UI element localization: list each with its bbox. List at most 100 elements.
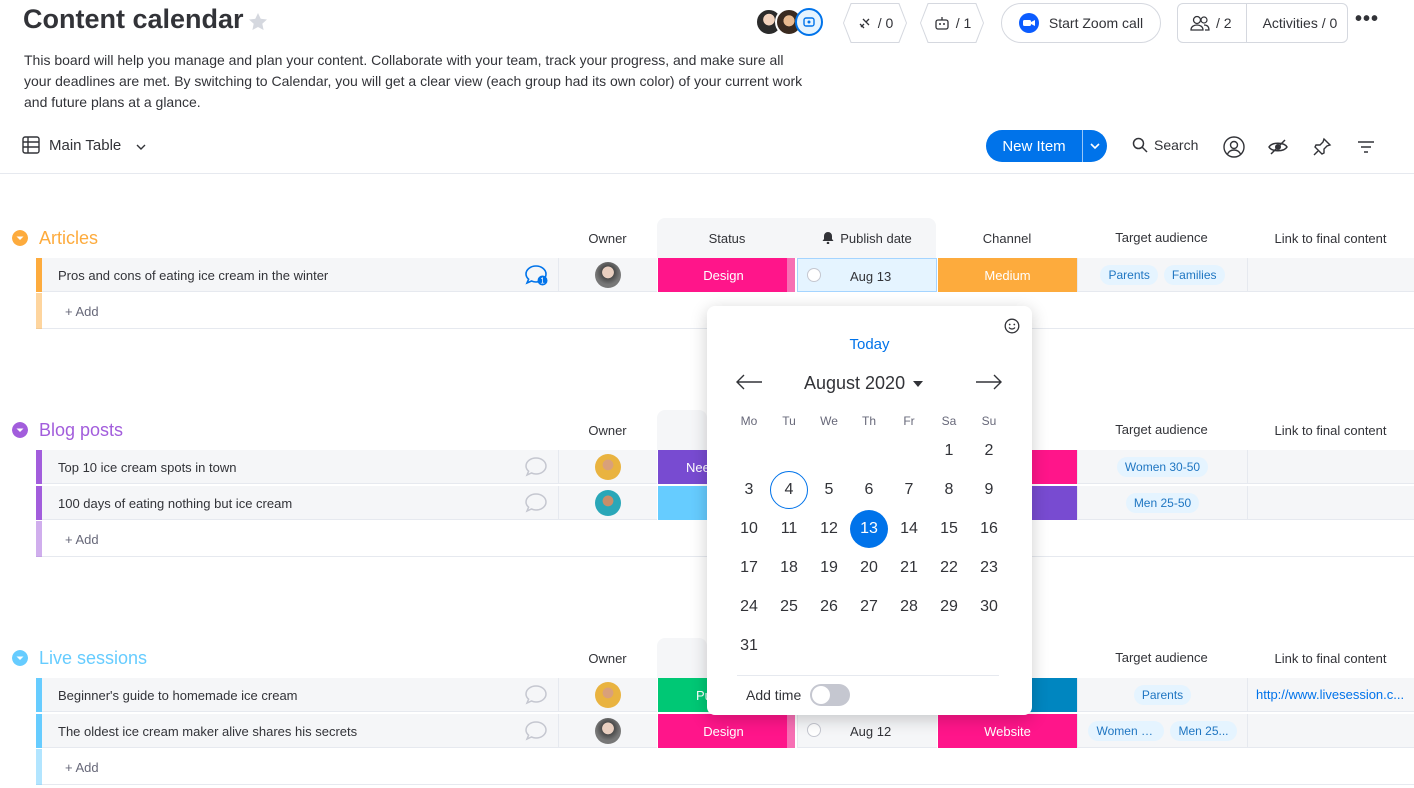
calendar-day[interactable]: 31: [730, 627, 768, 665]
group-title[interactable]: Live sessions: [39, 648, 147, 669]
add-time-toggle[interactable]: [810, 684, 850, 706]
members-activities-box[interactable]: / 2 Activities / 0: [1177, 3, 1348, 43]
date-reminder-icon[interactable]: [807, 268, 821, 282]
add-item-label[interactable]: + Add: [65, 532, 99, 547]
calendar-day[interactable]: 2: [970, 432, 1008, 470]
group-title[interactable]: Articles: [39, 228, 98, 249]
avatar[interactable]: [595, 454, 621, 480]
comment-icon[interactable]: [524, 492, 548, 514]
pin-icon[interactable]: [1311, 136, 1333, 158]
table-row[interactable]: The oldest ice cream maker alive shares …: [36, 714, 1414, 748]
item-name-cell[interactable]: Top 10 ice cream spots in town: [42, 450, 558, 484]
calendar-day[interactable]: 30: [970, 588, 1008, 626]
calendar-day[interactable]: 1: [930, 432, 968, 470]
smiley-icon[interactable]: [1004, 318, 1020, 334]
calendar-day[interactable]: 28: [890, 588, 928, 626]
column-header-target-audience[interactable]: Target audience: [1077, 650, 1246, 665]
avatar[interactable]: [595, 718, 621, 744]
column-header-owner[interactable]: Owner: [558, 423, 657, 438]
column-header-target-audience[interactable]: Target audience: [1077, 422, 1246, 437]
item-name[interactable]: Pros and cons of eating ice cream in the…: [58, 268, 328, 283]
column-header-publish-date[interactable]: Publish date: [797, 231, 937, 246]
item-name-cell[interactable]: 100 days of eating nothing but ice cream: [42, 486, 558, 520]
target-audience-cell[interactable]: Men 25-50: [1077, 486, 1247, 520]
owner-cell[interactable]: [558, 486, 657, 520]
calendar-day[interactable]: 18: [770, 549, 808, 587]
publish-date-cell[interactable]: Aug 13: [797, 258, 937, 292]
item-name[interactable]: 100 days of eating nothing but ice cream: [58, 496, 292, 511]
calendar-day-selected[interactable]: 13: [850, 510, 888, 548]
item-name-cell[interactable]: Pros and cons of eating ice cream in the…: [42, 258, 558, 292]
calendar-day[interactable]: 12: [810, 510, 848, 548]
calendar-day[interactable]: 17: [730, 549, 768, 587]
owner-cell[interactable]: [558, 450, 657, 484]
filter-icon[interactable]: [1355, 136, 1377, 158]
owner-cell[interactable]: [558, 714, 657, 748]
activities-button[interactable]: Activities / 0: [1263, 15, 1338, 31]
favorite-star-icon[interactable]: [246, 10, 270, 34]
calendar-day[interactable]: 10: [730, 510, 768, 548]
automations-button[interactable]: / 1: [920, 3, 984, 43]
calendar-day[interactable]: 7: [890, 471, 928, 509]
comment-icon[interactable]: [524, 456, 548, 478]
avatar[interactable]: [595, 682, 621, 708]
target-audience-cell[interactable]: Women 30-50: [1077, 450, 1247, 484]
audience-tag[interactable]: Women 30-50: [1116, 456, 1209, 477]
calendar-day[interactable]: 6: [850, 471, 888, 509]
members-icon[interactable]: [1190, 14, 1210, 32]
calendar-day[interactable]: 19: [810, 549, 848, 587]
owner-cell[interactable]: [558, 258, 657, 292]
audience-tag[interactable]: Families: [1163, 264, 1225, 285]
audience-tag[interactable]: Women 30...: [1088, 720, 1165, 741]
calendar-day[interactable]: 27: [850, 588, 888, 626]
calendar-day[interactable]: 4: [770, 471, 808, 509]
calendar-day[interactable]: 29: [930, 588, 968, 626]
hide-columns-icon[interactable]: [1267, 136, 1289, 158]
person-filter-icon[interactable]: [1223, 136, 1245, 158]
chevron-down-icon[interactable]: [134, 140, 148, 154]
calendar-day[interactable]: 9: [970, 471, 1008, 509]
target-audience-cell[interactable]: Parents: [1077, 678, 1247, 712]
link-cell[interactable]: http://www.livesession.c...: [1247, 678, 1414, 712]
link-cell[interactable]: [1247, 258, 1414, 292]
avatar[interactable]: [595, 490, 621, 516]
target-audience-cell[interactable]: Parents Families: [1077, 258, 1247, 292]
month-label[interactable]: August 2020: [804, 373, 905, 394]
channel-cell[interactable]: Medium: [937, 258, 1077, 292]
table-row[interactable]: Pros and cons of eating ice cream in the…: [36, 258, 1414, 292]
calendar-day[interactable]: 5: [810, 471, 848, 509]
item-name[interactable]: Beginner's guide to homemade ice cream: [58, 688, 298, 703]
group-collapse-icon[interactable]: [12, 230, 28, 246]
item-name-cell[interactable]: The oldest ice cream maker alive shares …: [42, 714, 558, 748]
calendar-day[interactable]: 23: [970, 549, 1008, 587]
item-name[interactable]: The oldest ice cream maker alive shares …: [58, 724, 357, 739]
column-header-link[interactable]: Link to final content: [1247, 651, 1414, 666]
today-button[interactable]: Today: [707, 336, 1032, 353]
column-header-status[interactable]: Status: [657, 231, 797, 246]
add-item-label[interactable]: + Add: [65, 760, 99, 775]
avatar[interactable]: [595, 262, 621, 288]
board-subscribers[interactable]: [755, 8, 827, 38]
date-reminder-icon[interactable]: [807, 723, 821, 737]
status-cell[interactable]: Design: [657, 714, 789, 748]
item-name-cell[interactable]: Beginner's guide to homemade ice cream: [42, 678, 558, 712]
target-audience-cell[interactable]: Women 30... Men 25...: [1077, 714, 1247, 748]
group-collapse-icon[interactable]: [12, 650, 28, 666]
group-title[interactable]: Blog posts: [39, 420, 123, 441]
column-header-link[interactable]: Link to final content: [1247, 423, 1414, 438]
calendar-day[interactable]: 24: [730, 588, 768, 626]
audience-tag[interactable]: Men 25...: [1170, 720, 1237, 741]
comment-icon[interactable]: [524, 684, 548, 706]
calendar-day[interactable]: 11: [770, 510, 808, 548]
link-cell[interactable]: [1247, 486, 1414, 520]
arrow-right-icon[interactable]: [974, 370, 1004, 394]
new-item-button[interactable]: New Item: [986, 130, 1107, 162]
calendar-day[interactable]: 20: [850, 549, 888, 587]
add-item-label[interactable]: + Add: [65, 304, 99, 319]
audience-tag[interactable]: Parents: [1100, 264, 1158, 285]
publish-date-cell[interactable]: Aug 12: [797, 714, 937, 748]
start-zoom-call-button[interactable]: Start Zoom call: [1001, 3, 1161, 43]
owner-cell[interactable]: [558, 678, 657, 712]
calendar-day[interactable]: 15: [930, 510, 968, 548]
link-cell[interactable]: [1247, 450, 1414, 484]
